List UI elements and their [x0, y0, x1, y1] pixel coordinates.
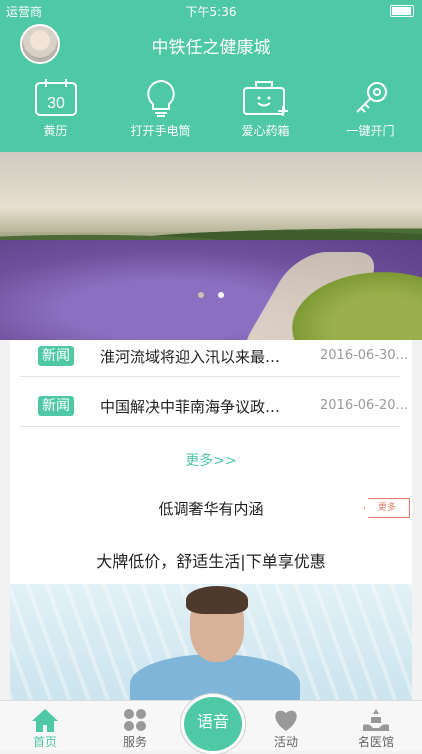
news-row[interactable]: 新闻 淮河流域将迎入汛以来最… 2016-06-30… [20, 340, 409, 377]
news-date: 2016-06-30… [320, 348, 409, 363]
tab-activity-label: 活动 [273, 735, 298, 749]
quick-calendar[interactable]: 30 黄历 [3, 68, 108, 152]
promo-image[interactable] [10, 584, 412, 700]
grid-icon [124, 709, 146, 731]
news-date: 2016-06-20… [320, 398, 409, 413]
news-card: 新闻 淮河流域将迎入汛以来最… 2016-06-30… 新闻 中国解决中菲南海争… [10, 340, 412, 482]
key-icon [355, 82, 387, 113]
status-bar: 运营商 下午5:36 [0, 0, 422, 20]
carousel-dot[interactable] [198, 292, 205, 298]
news-title[interactable]: 中国解决中菲南海争议政… [100, 396, 315, 417]
quick-open-door-label: 一键开门 [346, 124, 395, 138]
tab-home[interactable]: 首页 [3, 701, 87, 751]
news-tag: 新闻 [38, 346, 74, 366]
quick-medicine-box-label: 爱心药箱 [241, 124, 290, 138]
tab-famous-doctors-label: 名医馆 [357, 735, 394, 749]
home-icon [32, 709, 58, 732]
tab-home-label: 首页 [32, 735, 57, 749]
tab-service[interactable]: 服务 [93, 701, 177, 751]
news-row[interactable]: 新闻 中国解决中菲南海争议政… 2016-06-20… [20, 390, 409, 427]
promo-more-badge[interactable]: 更多 [364, 498, 410, 518]
tab-famous-doctors[interactable]: 名医馆 [334, 701, 418, 751]
medicine-box-icon [242, 81, 288, 116]
news-title[interactable]: 淮河流域将迎入汛以来最… [100, 346, 315, 367]
promo-heading: 低调奢华有内涵 [158, 500, 264, 518]
quick-flashlight[interactable]: 打开手电筒 [108, 68, 213, 152]
quick-actions: 30 黄历 打开手电筒 爱心药箱 一键开门 [0, 68, 422, 152]
heart-icon [275, 710, 297, 731]
news-tag: 新闻 [38, 396, 74, 416]
tab-service-label: 服务 [122, 735, 147, 749]
status-time: 下午5:36 [185, 5, 237, 19]
news-more-link[interactable]: 更多>> [10, 450, 412, 470]
promo-subheading: 大牌低价，舒适生活|下单享优惠 [96, 552, 326, 571]
battery-icon [390, 5, 414, 17]
app-header: 中铁任之健康城 [0, 20, 422, 68]
promo-section: 低调奢华有内涵 更多 大牌低价，舒适生活|下单享优惠 [10, 482, 412, 700]
page-title: 中铁任之健康城 [151, 38, 271, 58]
calendar-icon: 30 [34, 79, 77, 116]
quick-flashlight-label: 打开手电筒 [130, 124, 191, 138]
doctor-hands-icon [363, 709, 389, 731]
quick-calendar-label: 黄历 [43, 124, 68, 138]
quick-open-door[interactable]: 一键开门 [318, 68, 422, 152]
tab-activity[interactable]: 活动 [244, 701, 328, 751]
carousel-dot-active[interactable] [217, 292, 224, 298]
quick-medicine-box[interactable]: 爱心药箱 [213, 68, 318, 152]
voice-button[interactable]: 语音 [181, 694, 245, 754]
svg-text:30: 30 [47, 95, 65, 112]
lightbulb-icon [146, 79, 175, 117]
banner-carousel[interactable] [0, 152, 422, 340]
carousel-dots[interactable] [0, 283, 422, 302]
